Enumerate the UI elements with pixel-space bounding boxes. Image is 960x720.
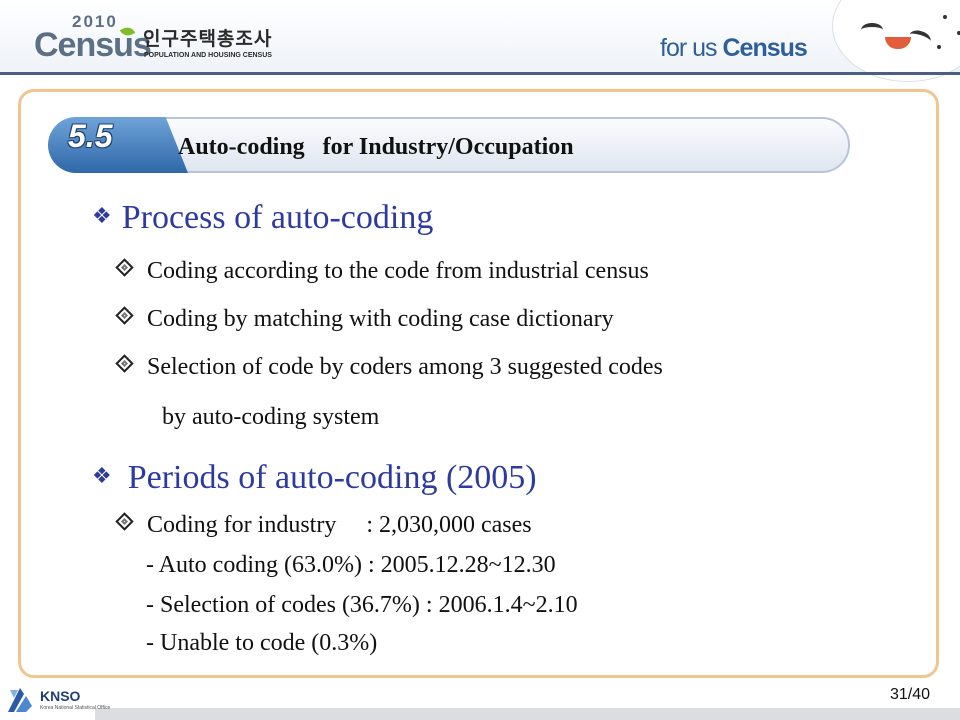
page-number: 31/40 — [890, 686, 931, 703]
list-item: Selection of code by coders among 3 sugg… — [115, 354, 663, 381]
mascot-icon — [832, 0, 960, 82]
list-item: Coding for industry : 2,030,000 cases — [115, 512, 532, 539]
list-item-text: Coding for industry : 2,030,000 cases — [147, 512, 532, 538]
section-title: Auto-coding for Industry/Occupation — [178, 134, 574, 160]
knso-logo-icon — [8, 688, 32, 712]
heading-process-text: Process of auto-coding — [121, 199, 434, 236]
slogan-word: Census — [722, 34, 807, 62]
four-diamond-icon: ❖ — [92, 204, 112, 229]
slogan-prefix: for us — [660, 34, 723, 62]
list-item: Coding by matching with coding case dict… — [115, 306, 614, 333]
list-item-text: Coding by matching with coding case dict… — [147, 306, 614, 332]
mascot-mouth-icon — [885, 37, 911, 49]
diamond-bullet-icon — [115, 354, 134, 373]
content-panel — [18, 89, 939, 678]
list-item-text: Selection of code by coders among 3 sugg… — [147, 354, 663, 380]
four-diamond-icon: ❖ — [92, 464, 112, 489]
list-item-text: Coding according to the code from indust… — [147, 258, 649, 284]
dot-icon — [937, 45, 941, 49]
slide-header: 2010 Census 인구주택총조사 POPULATION AND HOUSI… — [0, 0, 960, 82]
list-item: Coding according to the code from indust… — [115, 258, 649, 285]
section-number: 5.5 — [68, 118, 113, 154]
heading-process: ❖ Process of auto-coding — [92, 199, 433, 237]
footer-strip — [95, 708, 960, 720]
list-item-continuation: by auto-coding system — [162, 404, 380, 430]
heading-periods: ❖ Periods of auto-coding (2005) — [92, 459, 537, 497]
sub-item: - Unable to code (0.3%) — [146, 630, 378, 656]
diamond-bullet-icon — [115, 258, 134, 277]
dot-icon — [943, 15, 947, 19]
diamond-bullet-icon — [115, 512, 134, 531]
diamond-bullet-icon — [115, 306, 134, 325]
knso-label: KNSO — [40, 688, 81, 704]
mascot-eye-icon — [907, 27, 933, 49]
logo-subtitle: POPULATION AND HOUSING CENSUS — [144, 52, 272, 59]
slogan: for us Census — [660, 34, 808, 63]
mascot-eye-icon — [861, 23, 883, 37]
sub-item: - Selection of codes (36.7%) : 2006.1.4~… — [146, 592, 578, 618]
logo-korean-title: 인구주택총조사 — [143, 28, 273, 50]
header-divider — [0, 72, 960, 75]
sub-item: - Auto coding (63.0%) : 2005.12.28~12.30 — [146, 552, 556, 578]
heading-periods-text: Periods of auto-coding (2005) — [127, 459, 537, 496]
knso-fullname: Korea National Statistical Office — [40, 705, 111, 711]
